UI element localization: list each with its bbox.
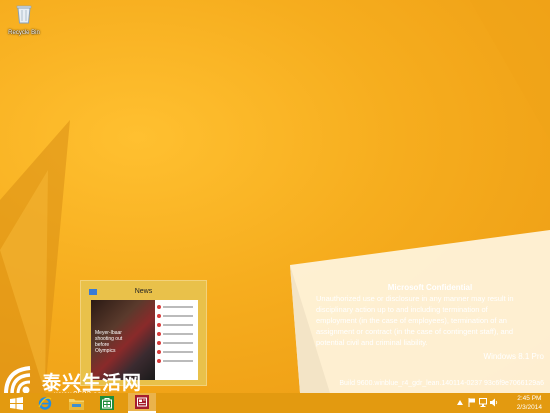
list-item [157,349,195,355]
windows-logo-icon [9,396,23,410]
build-watermark: Build 9600.winblue_r4_gdr_lean.140114-02… [339,380,544,387]
store-icon [100,396,114,410]
recycle-bin-shortcut[interactable]: Recycle Bin [6,4,42,36]
show-hidden-icons-icon[interactable] [457,400,463,405]
file-explorer-button[interactable] [62,393,90,413]
list-item [157,331,195,337]
start-button[interactable] [2,393,30,413]
news-app-icon [135,395,149,409]
volume-icon[interactable] [490,398,498,407]
confidential-line: potential civil and criminal liability. [316,338,428,347]
windows-edition-watermark: Windows 8.1 Pro [483,352,544,361]
news-app-button[interactable] [128,393,156,413]
file-explorer-icon [68,398,84,410]
wifi-logo-icon [4,366,31,395]
list-item [157,313,195,319]
desktop: Recycle Bin Microsoft Confidential Unaut… [0,0,550,393]
taskbar: 2:45 PM 2/3/2014 [0,393,550,413]
confidential-line: assignment or contract (in the case of c… [316,327,514,336]
confidential-line: disciplinary action up to and including … [316,305,488,314]
clock-date: 2/3/2014 [516,404,542,411]
network-icon[interactable] [479,398,487,407]
system-tray: 2:45 PM 2/3/2014 [450,393,550,413]
store-button[interactable] [93,393,121,413]
taskbar-clock[interactable]: 2:45 PM 2/3/2014 [517,394,542,412]
site-watermark-logo: 泰兴生活网 www.0523.com [0,360,170,399]
confidential-title: Microsoft Confidential [387,283,473,292]
list-item [157,340,195,346]
confidential-line: Unauthorized use or disclosure in any ma… [316,294,514,303]
action-center-flag-icon[interactable] [468,398,476,407]
recycle-bin-icon [16,5,32,24]
internet-explorer-icon [38,397,52,410]
confidential-notice: Microsoft Confidential Unauthorized use … [316,282,544,348]
clock-time: 2:45 PM [517,395,542,402]
list-item [157,304,195,310]
news-headline-caption: Meyer-Ibaar shooting out before Olympics [95,330,123,354]
thumbnail-title: News [134,288,153,295]
internet-explorer-button[interactable] [31,393,59,413]
news-headline-list [157,304,195,367]
list-item [157,322,195,328]
confidential-line: employment (in the case of employees), t… [316,316,507,325]
recycle-bin-label: Recycle Bin [8,30,40,36]
